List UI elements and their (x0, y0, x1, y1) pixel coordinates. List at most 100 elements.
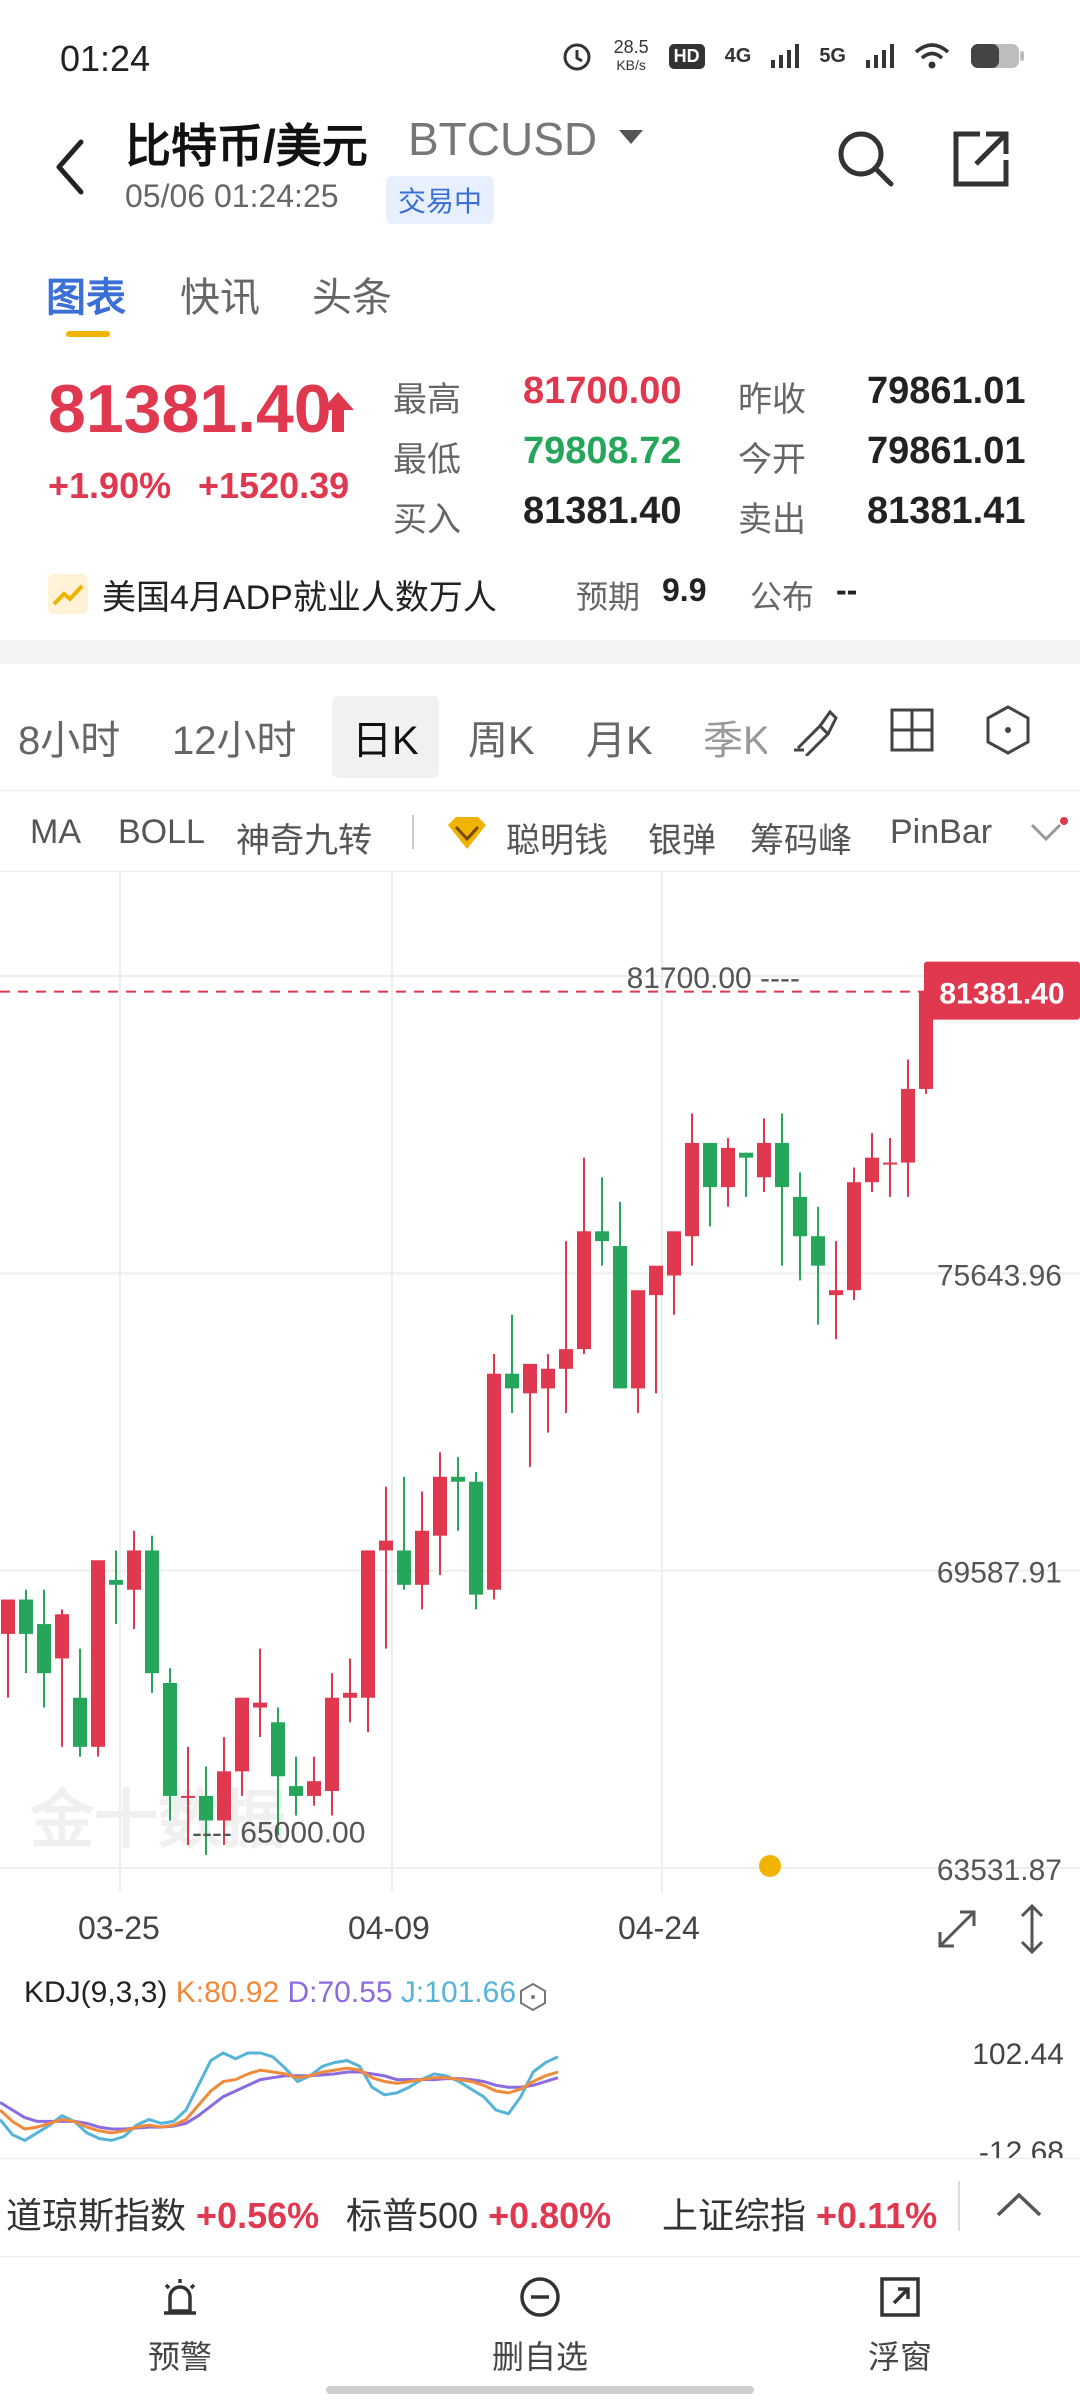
candle-body (109, 1579, 123, 1585)
candle-body (829, 1290, 843, 1296)
index-ticker[interactable]: 道琼斯指数 +0.56% 标普500 +0.80% 上证综指 +0.11% (0, 2158, 1080, 2255)
x-tick-label: 04-24 (618, 1910, 700, 1946)
indicator-ma[interactable]: MA (30, 813, 81, 852)
remove-favorite-button[interactable]: 删自选 (460, 2275, 620, 2378)
share-icon[interactable] (950, 128, 1012, 190)
period-8h[interactable]: 8小时 (18, 708, 120, 766)
status-time: 01:24 (60, 38, 151, 79)
candle-body (289, 1786, 303, 1796)
candle-body (217, 1771, 231, 1821)
candle-body (253, 1702, 267, 1708)
low-value: 79808.72 (523, 430, 682, 472)
candle-body (415, 1530, 429, 1585)
candle-body (631, 1290, 645, 1389)
instrument-symbol[interactable]: BTCUSD (408, 112, 597, 166)
kdj-legend: KDJ(9,3,3) K:80.92 D:70.55 J:101.66 (24, 1976, 516, 2010)
candlestick-chart[interactable]: 81700.0075643.9669587.9163531.87金十数据8138… (0, 872, 1080, 1892)
tab-flash-news[interactable]: 快讯 (180, 265, 260, 323)
ticker-name: 道琼斯指数 (6, 2195, 187, 2236)
candle-body (667, 1231, 681, 1276)
signal-4g: 4G (724, 44, 752, 67)
last-price: 81381.40 (48, 371, 332, 447)
ticker-change: +0.56% (196, 2195, 320, 2236)
candle-body (883, 1162, 897, 1165)
period-quarterly[interactable]: 季K (703, 708, 767, 766)
home-indicator (326, 2386, 754, 2394)
remove-favorite-label: 删自选 (491, 2339, 588, 2375)
layout-grid-icon[interactable] (888, 706, 936, 754)
candle-body (325, 1697, 339, 1792)
trend-chart-icon (48, 574, 88, 614)
chevron-up-icon[interactable] (994, 2189, 1044, 2221)
kdj-label: KDJ(9,3,3) (24, 1976, 168, 2009)
candle-body (361, 1550, 375, 1698)
section-divider (0, 640, 1080, 664)
alert-button[interactable]: 预警 (100, 2275, 260, 2378)
forecast-value: 9.9 (662, 572, 707, 608)
kdj-panel[interactable]: KDJ(9,3,3) K:80.92 D:70.55 J:101.66 102.… (0, 1968, 1080, 2158)
battery-icon (971, 44, 1024, 68)
candle-body (811, 1236, 825, 1266)
tab-headlines[interactable]: 头条 (312, 265, 392, 323)
low-label: 最低 (393, 441, 461, 479)
candle-body (163, 1682, 177, 1796)
candle-body (775, 1142, 789, 1188)
candle-body (37, 1624, 51, 1674)
vertical-scale-icon[interactable] (1014, 1902, 1050, 1956)
diamond-vip-icon (448, 817, 486, 849)
economic-event-row[interactable]: 美国4月ADP就业人数万人 预期 9.9 公布 -- (0, 562, 1080, 622)
signal-5g: 5G (819, 44, 846, 67)
candle-body (613, 1246, 627, 1389)
period-selector: 8小时 12小时 日K 周K 月K 季K (0, 680, 1080, 780)
back-arrow-icon[interactable] (45, 132, 95, 202)
signal-bars-icon-2 (866, 44, 894, 68)
candle-body (397, 1550, 411, 1585)
draw-tool-icon[interactable] (790, 704, 842, 756)
candle-body (901, 1088, 915, 1163)
open-label: 今开 (738, 441, 806, 479)
candle-body (19, 1599, 33, 1634)
candle-body (307, 1781, 321, 1796)
event-title: 美国4月ADP就业人数万人 (102, 579, 497, 617)
indicator-boll[interactable]: BOLL (118, 813, 205, 852)
indicator-smart-money[interactable]: 聪明钱 (506, 813, 608, 862)
candle-body (865, 1157, 879, 1183)
ticker-name: 上证综指 (662, 2195, 807, 2236)
content-tabs: 图表 快讯 头条 (0, 265, 1080, 345)
period-12h[interactable]: 12小时 (172, 708, 297, 766)
period-weekly[interactable]: 周K (468, 708, 535, 766)
fullscreen-icon[interactable] (934, 1906, 980, 1952)
kdj-y-top: 102.44 (972, 2038, 1064, 2071)
net-speed: 28.5 KB/s (614, 38, 649, 74)
publish-label: 公布 (750, 579, 815, 615)
kdj-k-value: K:80.92 (175, 1976, 280, 2009)
period-daily[interactable]: 日K (332, 696, 439, 778)
open-value: 79861.01 (867, 430, 1026, 472)
remove-favorite-icon (520, 2277, 560, 2317)
settings-hexagon-icon[interactable] (982, 704, 1034, 756)
signal-bars-icon (771, 44, 800, 68)
quote-datetime: 05/06 01:24:25 (125, 178, 339, 214)
indicator-chip-peak[interactable]: 筹码峰 (750, 813, 852, 862)
caret-down-icon[interactable] (618, 128, 644, 146)
period-monthly[interactable]: 月K (586, 708, 653, 766)
ticker-name: 标普500 (346, 2195, 479, 2236)
indicator-silver-bullet[interactable]: 银弹 (648, 813, 716, 862)
ask-value: 81381.41 (867, 490, 1026, 532)
indicator-magic-nine[interactable]: 神奇九转 (236, 813, 372, 862)
y-tick-label: 63531.87 (937, 1854, 1062, 1887)
indicator-pinbar[interactable]: PinBar (890, 813, 992, 852)
search-icon[interactable] (835, 128, 897, 190)
float-window-button[interactable]: 浮窗 (820, 2275, 980, 2378)
kdj-settings-icon[interactable] (518, 1982, 548, 2012)
bid-label: 买入 (393, 501, 461, 539)
prev-close-value: 79861.01 (867, 370, 1026, 412)
hd-badge: HD (668, 43, 705, 69)
candle-body (847, 1182, 861, 1291)
candle-body (271, 1722, 285, 1777)
trading-status-badge: 交易中 (386, 176, 495, 224)
expand-chevron-icon[interactable] (1028, 817, 1068, 847)
tab-chart[interactable]: 图表 (46, 265, 126, 323)
float-window-icon (880, 2277, 920, 2317)
quote-panel: 81381.40 +1.90% +1520.39 最高 81700.00 最低 … (0, 360, 1080, 539)
